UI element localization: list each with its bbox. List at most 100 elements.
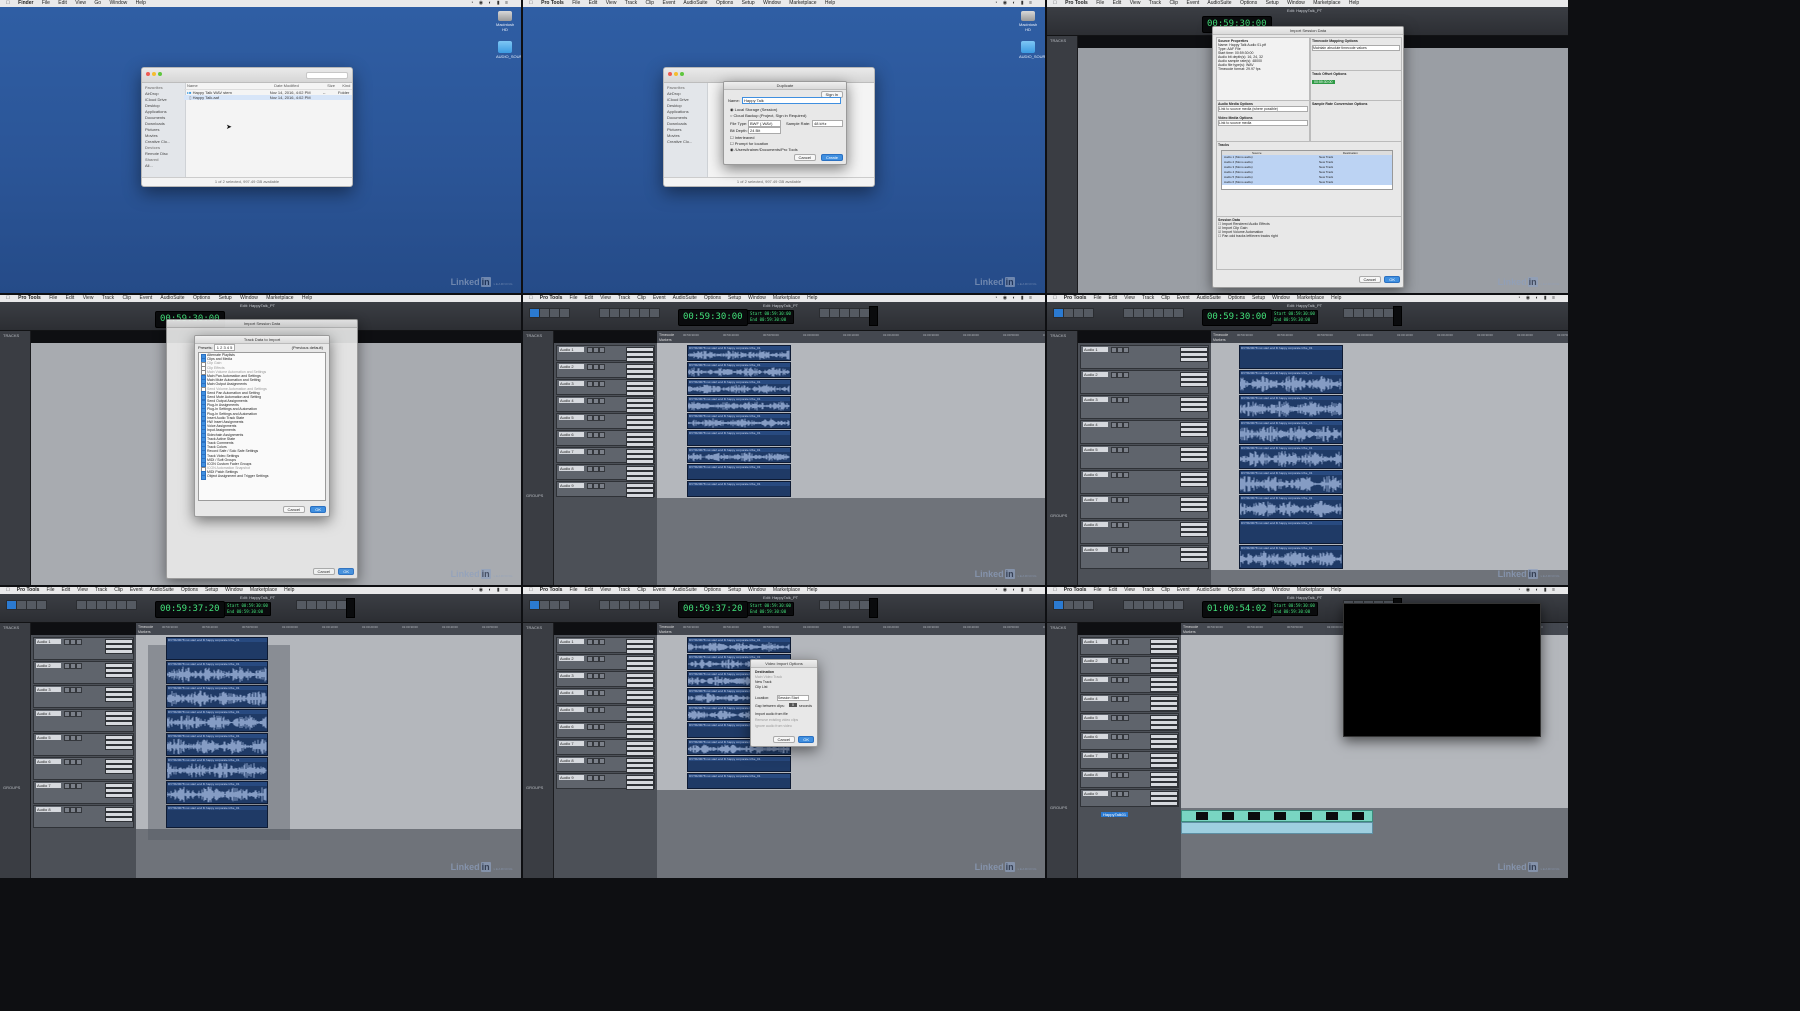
- menu-audiosuite[interactable]: AudioSuite: [683, 0, 707, 6]
- mute-button[interactable]: [1123, 677, 1129, 683]
- menu-clip[interactable]: Clip: [1161, 587, 1170, 593]
- mute-button[interactable]: [76, 711, 82, 717]
- menu-file[interactable]: File: [42, 0, 50, 6]
- track-header[interactable]: Audio 1: [1080, 345, 1209, 369]
- audio-clip[interactable]: DVTR20078 not start end fit happy corpor…: [166, 805, 268, 828]
- track-header[interactable]: Audio 7: [556, 447, 655, 464]
- track-destination[interactable]: New Track: [1319, 175, 1333, 179]
- menu-pro-tools[interactable]: Pro Tools: [540, 295, 563, 301]
- create-button[interactable]: Create: [820, 154, 843, 161]
- menu-clip[interactable]: Clip: [114, 587, 123, 593]
- mute-button[interactable]: [1123, 753, 1129, 759]
- menu-marketplace[interactable]: Marketplace: [773, 295, 800, 301]
- menu-help[interactable]: Help: [825, 0, 835, 6]
- menu-edit[interactable]: Edit: [585, 295, 594, 301]
- main-counter[interactable]: 00:59:30:00: [1202, 309, 1272, 326]
- track-name[interactable]: Audio 3: [1083, 677, 1108, 682]
- menu-options[interactable]: Options: [704, 587, 721, 593]
- io-selector[interactable]: [1150, 649, 1178, 654]
- track-header[interactable]: Audio 8: [1080, 520, 1209, 544]
- menu-audiosuite[interactable]: AudioSuite: [673, 587, 697, 593]
- menu-clip[interactable]: Clip: [637, 587, 646, 593]
- menu-edit[interactable]: Edit: [589, 0, 598, 6]
- menu-setup[interactable]: Setup: [1266, 0, 1279, 6]
- mute-button[interactable]: [599, 656, 605, 662]
- audio-clip[interactable]: DVTR20078 not start end fit happy corpor…: [687, 379, 791, 395]
- mute-button[interactable]: [599, 724, 605, 730]
- menu-marketplace[interactable]: Marketplace: [1297, 295, 1324, 301]
- io-selector[interactable]: [1150, 763, 1178, 768]
- menu-track[interactable]: Track: [1142, 295, 1154, 301]
- menu-window[interactable]: Window: [748, 587, 766, 593]
- track-header[interactable]: Audio 7: [1080, 495, 1209, 519]
- menu-pro-tools[interactable]: Pro Tools: [540, 587, 563, 593]
- audio-clip[interactable]: DVTR20078 not start end fit happy corpor…: [687, 396, 791, 412]
- mute-button[interactable]: [1123, 347, 1129, 353]
- main-counter[interactable]: 00:59:37:20: [155, 601, 225, 618]
- apple-icon[interactable]: : [529, 0, 533, 6]
- track-name[interactable]: Audio 7: [1083, 497, 1108, 502]
- track-header[interactable]: Audio 8: [556, 756, 655, 773]
- track-header[interactable]: Audio 2: [33, 661, 134, 684]
- menu-options[interactable]: Options: [704, 295, 721, 301]
- menu-file[interactable]: File: [569, 295, 577, 301]
- track-name[interactable]: Audio 9: [1083, 791, 1108, 796]
- local-storage-radio[interactable]: ◉ Local Storage (Session): [730, 107, 777, 112]
- track-destination[interactable]: New Track: [1319, 180, 1333, 184]
- file-type-select[interactable]: BWF (.WAV): [748, 120, 781, 127]
- mute-button[interactable]: [76, 639, 82, 645]
- menu-track[interactable]: Track: [618, 587, 630, 593]
- menu-file[interactable]: File: [1093, 295, 1101, 301]
- mode-button[interactable]: [559, 600, 570, 610]
- menu-view[interactable]: View: [77, 587, 88, 593]
- column-size[interactable]: Size: [327, 83, 341, 89]
- track-header[interactable]: Audio 1: [556, 345, 655, 362]
- menu-clip[interactable]: Clip: [637, 295, 646, 301]
- io-selector[interactable]: [105, 769, 133, 774]
- track-header[interactable]: Audio 4: [1080, 420, 1209, 444]
- menu-help[interactable]: Help: [284, 587, 294, 593]
- audio-clip[interactable]: DVTR20078 not start end fit happy corpor…: [1239, 545, 1343, 569]
- menu-file[interactable]: File: [1096, 0, 1104, 6]
- menu-marketplace[interactable]: Marketplace: [1313, 0, 1340, 6]
- main-video-radio[interactable]: Main Video Track: [755, 675, 782, 679]
- track-header[interactable]: Audio 6: [1080, 470, 1209, 494]
- cancel-button[interactable]: Cancel: [793, 154, 816, 161]
- mute-button[interactable]: [1123, 734, 1129, 740]
- audio-clip[interactable]: DVTR20078 not start end fit happy corpor…: [687, 773, 791, 789]
- apple-icon[interactable]: : [1053, 0, 1057, 6]
- mute-button[interactable]: [599, 398, 605, 404]
- track-name[interactable]: Audio 9: [559, 775, 584, 780]
- io-selector[interactable]: [105, 745, 133, 750]
- desktop-icon-hd[interactable]: Macintosh HD: [1019, 11, 1037, 32]
- mute-button[interactable]: [76, 663, 82, 669]
- menu-file[interactable]: File: [569, 587, 577, 593]
- menu-edit[interactable]: Edit: [66, 295, 75, 301]
- mute-button[interactable]: [599, 449, 605, 455]
- interleaved-checkbox[interactable]: ☐ Interleaved: [730, 135, 755, 140]
- menu-options[interactable]: Options: [181, 587, 198, 593]
- mute-button[interactable]: [1123, 447, 1129, 453]
- menu-setup[interactable]: Setup: [1252, 587, 1265, 593]
- desktop-icon-folder[interactable]: AUDIO_SOURCE_FILES: [1019, 41, 1045, 59]
- menu-edit[interactable]: Edit: [62, 587, 71, 593]
- cancel-button[interactable]: Cancel: [1358, 276, 1381, 283]
- menu-window[interactable]: Window: [240, 295, 258, 301]
- menu-audiosuite[interactable]: AudioSuite: [1197, 295, 1221, 301]
- audio-clip[interactable]: DVTR20078 not start end fit happy corpor…: [687, 756, 791, 772]
- menu-track[interactable]: Track: [1149, 0, 1161, 6]
- menu-audiosuite[interactable]: AudioSuite: [160, 295, 184, 301]
- menu-audiosuite[interactable]: AudioSuite: [1207, 0, 1231, 6]
- io-selector[interactable]: [1180, 432, 1208, 437]
- track-name[interactable]: Audio 4: [559, 690, 584, 695]
- track-header[interactable]: Audio 6: [33, 757, 134, 780]
- io-selector[interactable]: [1180, 507, 1208, 512]
- io-selector[interactable]: [1180, 482, 1208, 487]
- track-name[interactable]: Audio 6: [1083, 734, 1108, 739]
- track-name[interactable]: Audio 5: [36, 735, 61, 740]
- track-name[interactable]: Audio 9: [1083, 547, 1108, 552]
- selection-counters[interactable]: Start 00:59:30:00 End 00:59:30:00: [1271, 310, 1318, 324]
- track-name[interactable]: Audio 3: [1083, 397, 1108, 402]
- main-counter[interactable]: 00:59:30:00: [678, 309, 748, 326]
- track-header[interactable]: Audio 9: [556, 481, 655, 498]
